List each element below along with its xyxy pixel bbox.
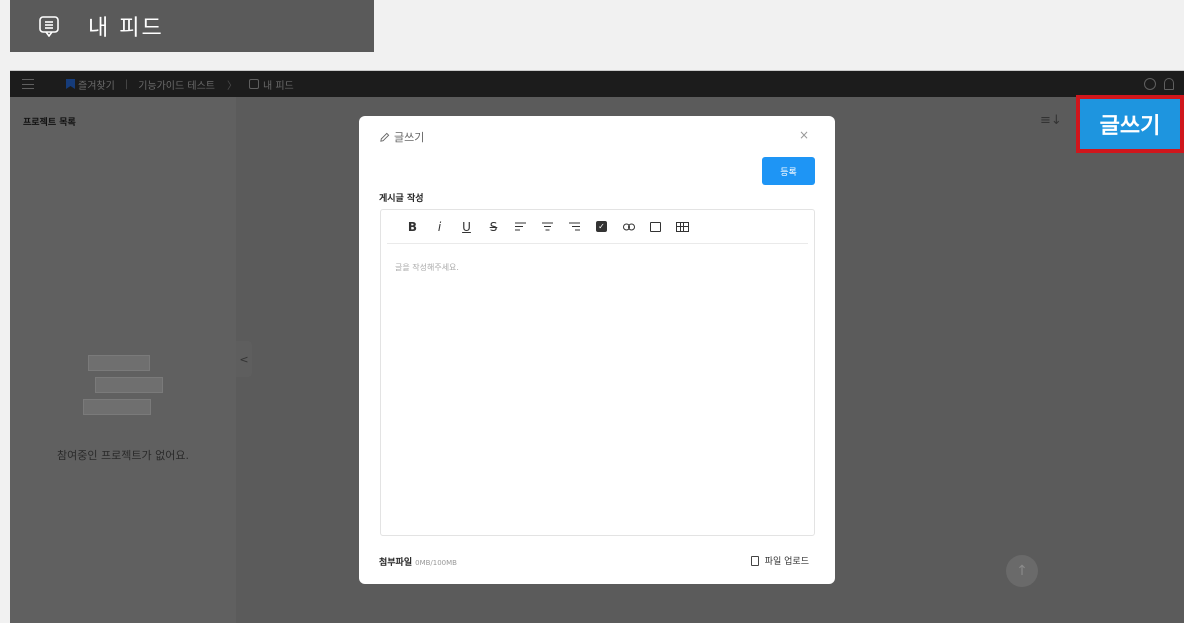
align-right-icon[interactable] [561, 219, 588, 235]
search-icon[interactable] [1144, 78, 1156, 90]
breadcrumb-page[interactable]: 내 피드 [263, 77, 294, 92]
bell-icon[interactable] [1164, 78, 1174, 90]
close-icon[interactable]: × [799, 128, 809, 142]
feed-icon [39, 16, 59, 37]
bookmark-icon [66, 79, 75, 89]
feed-icon [248, 79, 259, 89]
sidebar-title: 프로젝트 목록 [23, 118, 76, 128]
rich-text-editor[interactable]: B i U S ✓ 글을 작성해주세요. [380, 209, 815, 536]
checkbox-icon[interactable]: ✓ [588, 219, 615, 235]
empty-illustration [70, 355, 180, 425]
editor-placeholder: 글을 작성해주세요. [395, 263, 459, 272]
empty-state-text: 참여중인 프로젝트가 없어요. [57, 449, 189, 462]
image-icon[interactable] [642, 219, 669, 235]
file-upload-button[interactable]: 파일 업로드 [750, 554, 809, 567]
separator: | [124, 78, 129, 90]
modal-header: 글쓰기 [379, 129, 424, 145]
breadcrumb-project[interactable]: 기능가이드 테스트 [138, 77, 215, 92]
collapse-sidebar-button[interactable]: < [236, 341, 252, 377]
modal-title: 글쓰기 [394, 131, 425, 144]
file-upload-label: 파일 업로드 [764, 557, 809, 567]
post-section-label: 게시글 작성 [379, 194, 424, 204]
caption-tab: 내 피드 [10, 0, 374, 52]
sidebar: 프로젝트 목록 참여중인 프로젝트가 없어요. [10, 97, 236, 623]
pencil-icon [380, 132, 390, 142]
attachment-title: 첨부파일 [379, 558, 413, 568]
app-window: 즐겨찾기 | 기능가이드 테스트 〉 내 피드 프로젝트 목록 참여중인 프로젝… [10, 70, 1184, 623]
chevron-right-icon: 〉 [226, 80, 237, 92]
favorites-link[interactable]: 즐겨찾기 [78, 77, 115, 92]
sort-icon[interactable]: ≡↓ [1040, 113, 1062, 128]
write-button-callout[interactable]: 글쓰기 [1076, 95, 1184, 153]
align-center-icon[interactable] [534, 219, 561, 235]
editor-toolbar: B i U S ✓ [387, 210, 808, 244]
file-icon [750, 555, 759, 566]
menu-icon[interactable] [22, 79, 34, 89]
underline-button[interactable]: U [453, 219, 480, 235]
top-bar: 즐겨찾기 | 기능가이드 테스트 〉 내 피드 [10, 71, 1184, 97]
strikethrough-button[interactable]: S [480, 219, 507, 235]
attachment-size: 0MB/100MB [415, 559, 457, 567]
align-left-icon[interactable] [507, 219, 534, 235]
table-icon[interactable] [669, 219, 696, 235]
italic-button[interactable]: i [426, 219, 453, 235]
write-post-modal: 글쓰기 × 등록 게시글 작성 B i U S ✓ 글을 작성해주세요. 첨부파… [359, 116, 835, 584]
link-icon[interactable] [615, 219, 642, 235]
submit-button[interactable]: 등록 [762, 157, 815, 185]
bold-button[interactable]: B [399, 219, 426, 235]
scroll-to-top-button[interactable]: ↑ [1006, 555, 1038, 587]
caption-title: 내 피드 [88, 16, 164, 41]
attachment-label: 첨부파일 0MB/100MB [379, 555, 457, 568]
